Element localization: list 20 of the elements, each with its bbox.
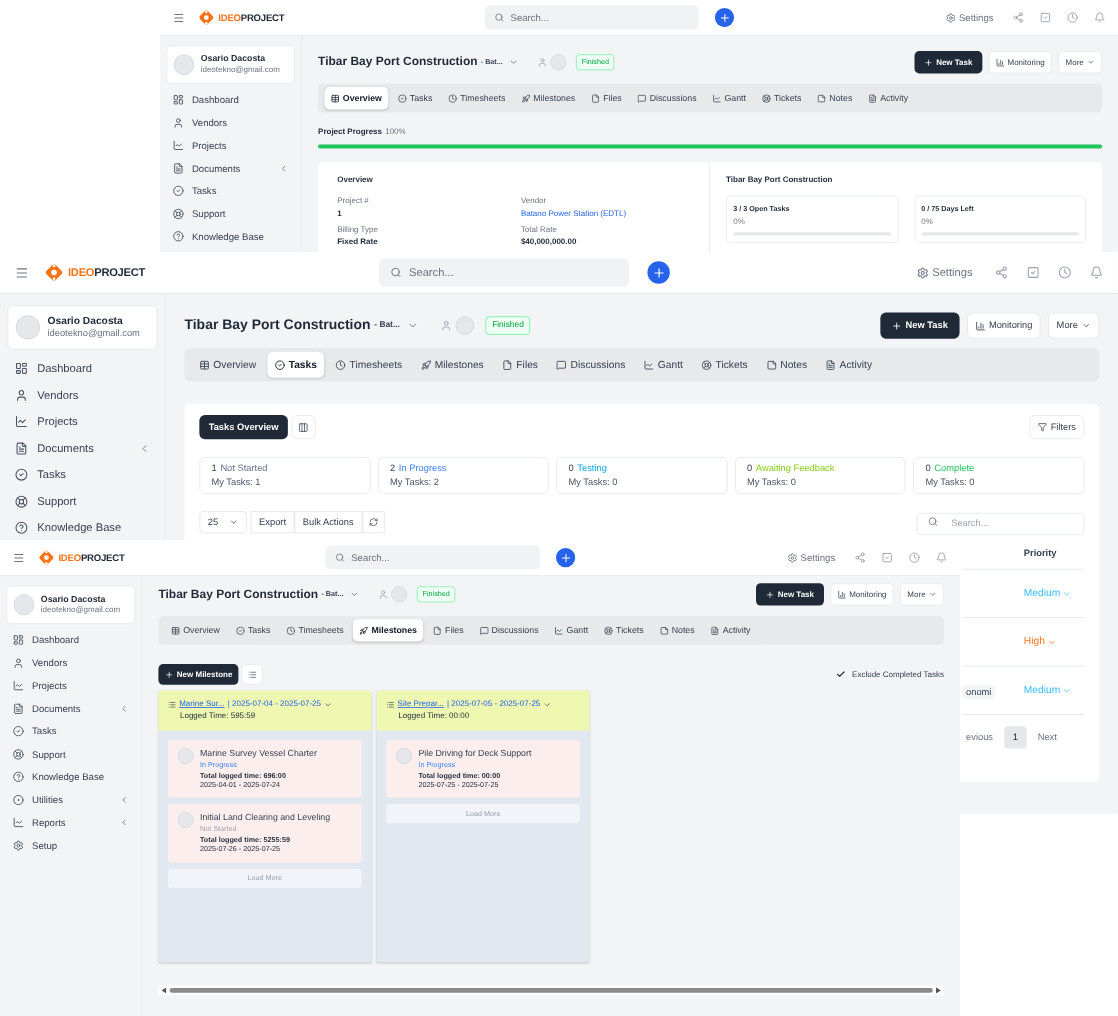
add-button[interactable]: [556, 548, 576, 568]
avatar: [15, 315, 41, 340]
avatar: [13, 594, 35, 616]
logo-icon: [197, 8, 216, 27]
logo-icon: [37, 548, 56, 567]
list-button[interactable]: [242, 664, 263, 685]
horizontal-scrollbar[interactable]: [158, 985, 944, 996]
avatar: [173, 54, 195, 76]
avatar: [391, 586, 408, 603]
avatar: [455, 316, 475, 335]
avatar: [550, 54, 567, 71]
logo-icon: [43, 262, 65, 283]
avatar: [396, 748, 412, 764]
avatar: [177, 812, 194, 829]
add-button[interactable]: [647, 261, 670, 284]
add-button[interactable]: [714, 8, 735, 28]
arrow-right-icon[interactable]: [936, 987, 941, 994]
scrollbar-thumb[interactable]: [169, 988, 933, 993]
avatar: [177, 748, 194, 764]
arrow-left-icon[interactable]: [161, 987, 167, 994]
